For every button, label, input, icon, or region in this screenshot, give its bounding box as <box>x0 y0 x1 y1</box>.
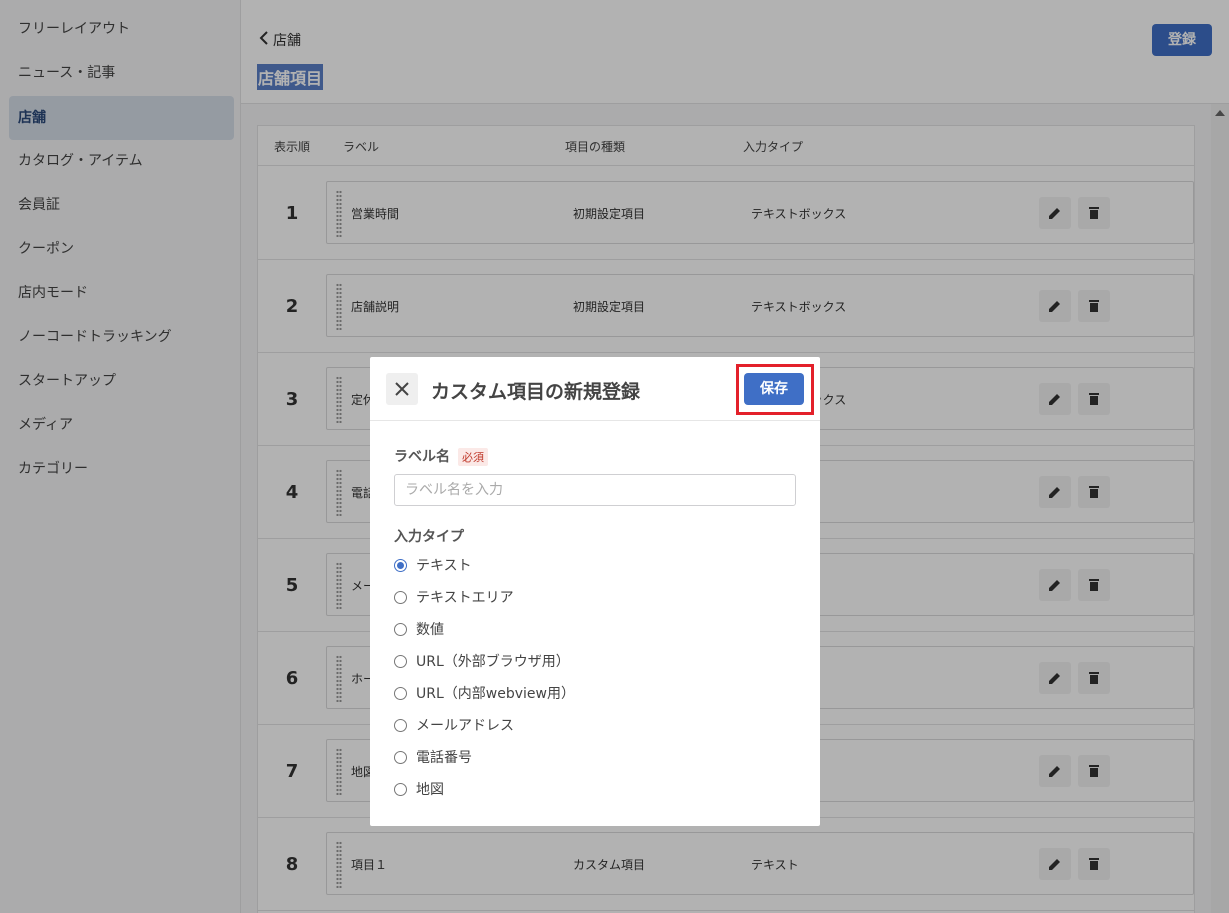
radio-button[interactable] <box>394 558 407 572</box>
radio-option-number[interactable]: 数値 <box>394 619 444 639</box>
required-badge: 必須 <box>458 448 488 466</box>
modal-title: カスタム項目の新規登録 <box>431 381 641 403</box>
radio-label: 数値 <box>416 622 444 638</box>
radio-label: 電話番号 <box>416 750 472 766</box>
radio-label: URL（外部ブラウザ用） <box>416 654 570 670</box>
label-name-label: ラベル名 <box>394 449 450 465</box>
radio-option-map[interactable]: 地図 <box>394 779 444 799</box>
label-name-input[interactable] <box>394 474 796 506</box>
radio-button[interactable] <box>394 782 407 796</box>
radio-button[interactable] <box>394 622 407 636</box>
close-button[interactable] <box>386 373 418 405</box>
radio-option-url-external[interactable]: URL（外部ブラウザ用） <box>394 651 570 671</box>
radio-label: メールアドレス <box>416 718 514 734</box>
radio-option-email[interactable]: メールアドレス <box>394 715 514 735</box>
radio-button[interactable] <box>394 686 407 700</box>
radio-option-phone[interactable]: 電話番号 <box>394 747 472 767</box>
close-icon <box>395 382 409 396</box>
radio-button[interactable] <box>394 718 407 732</box>
radio-label: テキストエリア <box>416 590 514 606</box>
radio-button[interactable] <box>394 590 407 604</box>
radio-option-textarea[interactable]: テキストエリア <box>394 587 514 607</box>
save-button[interactable]: 保存 <box>744 373 804 405</box>
radio-option-text[interactable]: テキスト <box>394 555 472 575</box>
radio-label: URL（内部webview用） <box>416 686 575 702</box>
modal-header: カスタム項目の新規登録 保存 <box>370 357 820 421</box>
radio-label: テキスト <box>416 558 472 574</box>
input-type-label: 入力タイプ <box>394 529 464 545</box>
custom-item-modal: カスタム項目の新規登録 保存 ラベル名 必須 入力タイプ テキスト テキストエリ… <box>370 357 820 826</box>
radio-option-url-webview[interactable]: URL（内部webview用） <box>394 683 575 703</box>
radio-button[interactable] <box>394 654 407 668</box>
radio-label: 地図 <box>416 782 444 798</box>
radio-button[interactable] <box>394 750 407 764</box>
